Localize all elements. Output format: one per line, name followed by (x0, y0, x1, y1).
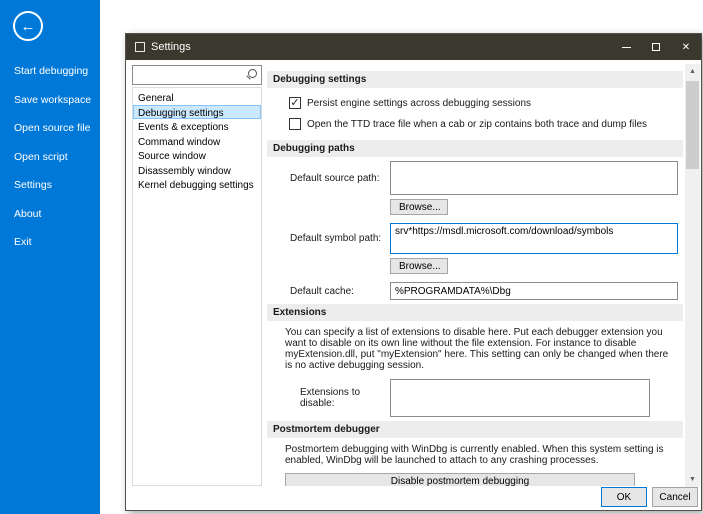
section-header-extensions: Extensions (267, 304, 683, 321)
default-cache-label: Default cache: (267, 286, 390, 297)
checkbox-unchecked-icon[interactable] (289, 118, 301, 130)
section-header-debugging-settings: Debugging settings (267, 71, 683, 88)
persist-engine-settings-label: Persist engine settings across debugging… (307, 98, 531, 109)
default-source-path-label: Default source path: (267, 173, 390, 184)
postmortem-description: Postmortem debugging with WinDbg is curr… (285, 444, 671, 466)
sidebar-item-exit[interactable]: Exit (0, 228, 100, 257)
scroll-up-icon[interactable]: ▲ (685, 64, 700, 79)
sidebar-item-save-workspace[interactable]: Save workspace (0, 86, 100, 115)
close-icon: ✕ (682, 42, 690, 53)
nav-item-general[interactable]: General (133, 90, 261, 105)
maximize-button[interactable] (641, 34, 671, 60)
settings-category-list: General Debugging settings Events & exce… (132, 87, 262, 486)
default-symbol-path-label: Default symbol path: (267, 233, 390, 244)
open-ttd-trace-checkbox-row[interactable]: Open the TTD trace file when a cab or zi… (289, 118, 683, 130)
default-cache-input[interactable] (390, 282, 678, 300)
scroll-down-icon[interactable]: ▼ (685, 472, 700, 487)
nav-item-debugging-settings[interactable]: Debugging settings (133, 105, 261, 120)
extensions-description: You can specify a list of extensions to … (285, 327, 671, 371)
default-source-path-input[interactable] (390, 161, 678, 195)
extensions-to-disable-label: Extensions to disable: (267, 387, 390, 409)
cancel-button[interactable]: Cancel (652, 487, 698, 507)
persist-engine-settings-checkbox-row[interactable]: ✓ Persist engine settings across debuggi… (289, 97, 683, 109)
nav-item-events-exceptions[interactable]: Events & exceptions (133, 119, 261, 134)
close-button[interactable]: ✕ (671, 34, 701, 60)
settings-search-box (132, 65, 262, 85)
minimize-icon (622, 47, 631, 48)
open-ttd-trace-label: Open the TTD trace file when a cab or zi… (307, 119, 647, 130)
dialog-titlebar: Settings ✕ (126, 34, 701, 60)
settings-window-icon (135, 42, 145, 52)
extensions-to-disable-input[interactable] (390, 379, 650, 417)
app-menu: Start debugging Save workspace Open sour… (0, 57, 100, 257)
default-symbol-path-input[interactable]: srv*https://msdl.microsoft.com/download/… (390, 223, 678, 254)
settings-content-pane: Debugging settings ✓ Persist engine sett… (267, 65, 683, 486)
extensions-to-disable-row: Extensions to disable: (267, 379, 683, 417)
dialog-title: Settings (151, 41, 611, 53)
back-arrow-icon: ← (21, 18, 36, 35)
back-button[interactable]: ← (13, 11, 43, 41)
disable-postmortem-debugging-button[interactable]: Disable postmortem debugging (285, 473, 635, 486)
sidebar-item-start-debugging[interactable]: Start debugging (0, 57, 100, 86)
default-source-path-row: Default source path: (267, 161, 683, 195)
checkbox-checked-icon[interactable]: ✓ (289, 97, 301, 109)
settings-nav-panel: General Debugging settings Events & exce… (132, 65, 262, 486)
app-sidebar: ← Start debugging Save workspace Open so… (0, 0, 100, 514)
sidebar-item-about[interactable]: About (0, 200, 100, 229)
sidebar-item-open-source-file[interactable]: Open source file (0, 114, 100, 143)
default-cache-row: Default cache: (267, 282, 683, 300)
nav-item-kernel-debugging-settings[interactable]: Kernel debugging settings (133, 177, 261, 192)
nav-item-source-window[interactable]: Source window (133, 148, 261, 163)
sidebar-item-open-script[interactable]: Open script (0, 143, 100, 172)
settings-dialog: Settings ✕ General Debugging settings Ev… (125, 33, 702, 511)
section-header-debugging-paths: Debugging paths (267, 140, 683, 157)
minimize-button[interactable] (611, 34, 641, 60)
search-icon (245, 67, 261, 83)
scrollbar-thumb[interactable] (686, 81, 699, 169)
default-symbol-path-row: Default symbol path: srv*https://msdl.mi… (267, 223, 683, 254)
maximize-icon (652, 43, 660, 51)
ok-button[interactable]: OK (601, 487, 647, 507)
section-header-postmortem-debugger: Postmortem debugger (267, 421, 683, 438)
content-scrollbar[interactable]: ▲ ▼ (685, 64, 700, 487)
nav-item-command-window[interactable]: Command window (133, 134, 261, 149)
nav-item-disassembly-window[interactable]: Disassembly window (133, 163, 261, 178)
browse-symbol-path-button[interactable]: Browse... (390, 258, 448, 274)
settings-search-input[interactable] (133, 66, 245, 84)
check-glyph: ✓ (290, 98, 299, 109)
browse-source-path-button[interactable]: Browse... (390, 199, 448, 215)
sidebar-item-settings[interactable]: Settings (0, 171, 100, 200)
